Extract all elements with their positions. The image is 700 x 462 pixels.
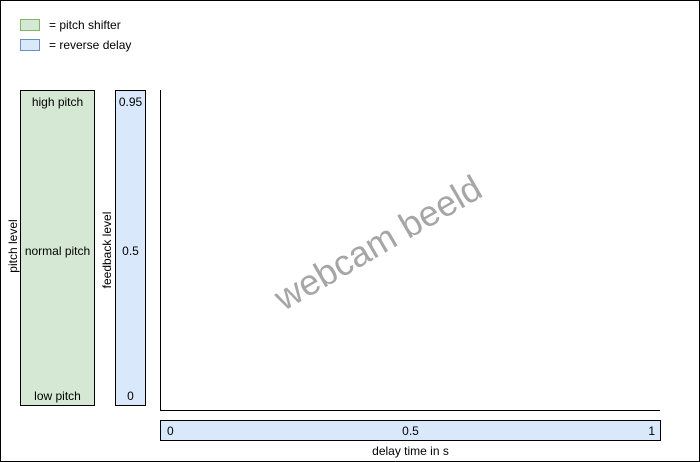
pitch-low-label: low pitch xyxy=(34,389,81,403)
legend-swatch-pitch-shifter xyxy=(20,19,40,31)
feedback-bottom-label: 0 xyxy=(127,389,134,403)
feedback-level-bar[interactable]: 0.95 0.5 0 xyxy=(115,90,146,406)
delay-time-axis-label: delay time in s xyxy=(372,444,449,458)
delay-middle-label: 0.5 xyxy=(402,424,419,438)
pitch-normal-label: normal pitch xyxy=(24,244,91,258)
webcam-area-left-axis xyxy=(160,90,161,411)
legend-swatch-reverse-delay xyxy=(20,39,40,51)
feedback-level-axis-label: feedback level xyxy=(100,211,114,289)
feedback-middle-label: 0.5 xyxy=(122,244,139,258)
pitch-level-bar[interactable]: high pitch normal pitch low pitch xyxy=(20,90,95,406)
pitch-level-axis-label: pitch level xyxy=(6,219,20,273)
delay-time-bar[interactable]: 0 0.5 1 xyxy=(160,420,661,441)
feedback-top-label: 0.95 xyxy=(118,95,143,109)
legend-label-pitch-shifter: = pitch shifter xyxy=(49,18,121,32)
pitch-high-label: high pitch xyxy=(31,95,84,109)
delay-right-label: 1 xyxy=(648,424,655,438)
legend-label-reverse-delay: = reverse delay xyxy=(49,38,132,52)
webcam-area-bottom-axis xyxy=(160,410,660,411)
